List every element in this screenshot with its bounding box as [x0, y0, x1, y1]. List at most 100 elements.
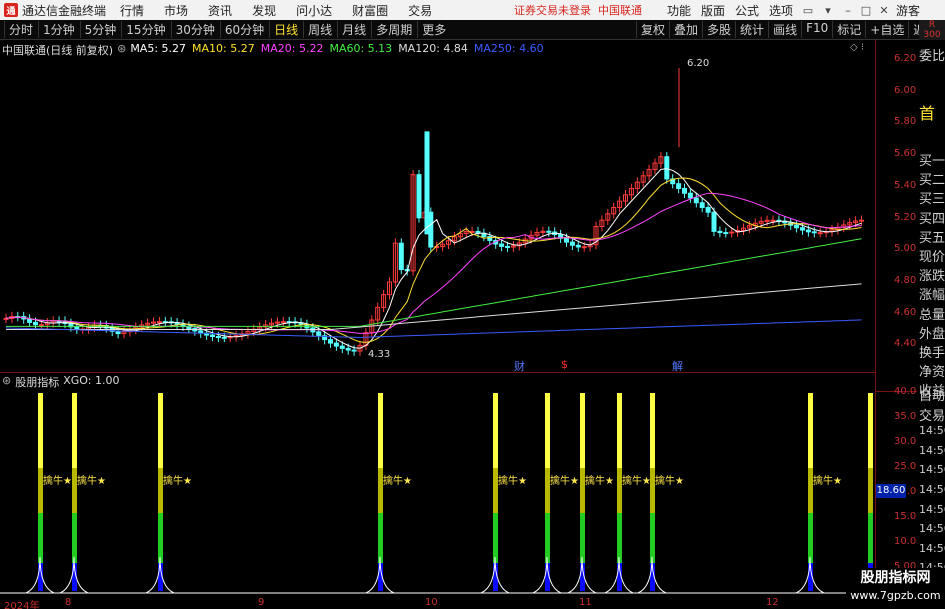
signal-bar	[808, 513, 813, 563]
tool-add-watchlist-button[interactable]: +自选	[865, 21, 908, 38]
tab-monthly[interactable]: 月线	[337, 21, 371, 38]
candle-body	[717, 230, 723, 234]
side-panel-item: 14:56	[919, 522, 945, 536]
side-panel-item: 外盘	[919, 326, 945, 342]
menu-layout[interactable]: 版面	[701, 2, 725, 19]
signal-bar	[158, 393, 163, 468]
price-tick: 4.80	[894, 274, 917, 286]
tab-5min[interactable]: 5分钟	[79, 21, 122, 38]
candle-body	[33, 321, 38, 326]
menu-wealth[interactable]: 财富圈	[352, 2, 388, 19]
main-menu: 行情 市场 资讯 发现 问小达 财富圈 交易	[120, 2, 432, 19]
guest-label[interactable]: 游客	[896, 2, 920, 19]
login-notice-text: 证券交易未登录	[514, 4, 591, 17]
tab-30min[interactable]: 30分钟	[170, 21, 220, 38]
maximize-icon[interactable]: □	[858, 2, 874, 18]
candle-body	[328, 339, 333, 344]
signal-bar	[580, 393, 585, 468]
pane-divider[interactable]	[0, 372, 875, 373]
chevron-down-icon[interactable]: ▾	[820, 2, 836, 18]
buy-signal-label: 擒牛★	[77, 476, 106, 487]
tool-multi-stock-button[interactable]: 多股	[702, 21, 735, 38]
app-title: 通达信金融终端	[22, 3, 107, 18]
event-mark-dividend[interactable]: $	[561, 358, 568, 371]
signal-bar	[617, 393, 622, 468]
tool-adjust-button[interactable]: 复权	[636, 21, 669, 38]
candle-body	[398, 242, 404, 270]
price-tick: 6.20	[894, 53, 917, 64]
price-tick: 5.20	[894, 211, 917, 223]
candle-body	[705, 206, 711, 213]
buy-signal-label: 擒牛★	[43, 476, 72, 487]
menu-trade[interactable]: 交易	[408, 2, 432, 19]
menu-formula[interactable]: 公式	[735, 2, 759, 19]
date-label: 2024年	[4, 601, 40, 609]
signal-bar	[38, 513, 43, 563]
tab-60min[interactable]: 60分钟	[219, 21, 269, 38]
kline-chart[interactable]	[0, 50, 875, 385]
chart-area[interactable]: 中国联通(日线 前复权) ⊛ MA5: 5.27 MA10: 5.27 MA20: …	[0, 40, 875, 609]
menu-market[interactable]: 市场	[164, 2, 188, 19]
candle-body	[505, 245, 510, 248]
tab-weekly[interactable]: 周线	[303, 21, 337, 38]
indicator-current-value: 18.60	[876, 484, 906, 498]
candle-body	[682, 187, 687, 194]
menu-quotes[interactable]: 行情	[120, 2, 144, 19]
menu-ask[interactable]: 问小达	[296, 2, 332, 19]
menu-news[interactable]: 资讯	[208, 2, 232, 19]
signal-bar	[378, 513, 383, 563]
buy-signal-label: 擒牛★	[622, 476, 651, 487]
buy-signal-label: 擒牛★	[813, 476, 842, 487]
signal-bar	[72, 393, 77, 468]
side-panel-item: 14:56	[919, 541, 945, 555]
tool-mark-button[interactable]: 标记	[832, 21, 865, 38]
candle-body	[38, 324, 44, 327]
menu-discover[interactable]: 发现	[252, 2, 276, 19]
signal-bar	[545, 393, 550, 468]
side-panel-item: 涨幅	[919, 288, 945, 304]
tab-daily[interactable]: 日线	[269, 21, 303, 38]
tool-f10-button[interactable]: F10	[801, 21, 832, 38]
indicator-chart[interactable]	[0, 387, 875, 597]
price-tick: 4.60	[894, 306, 917, 318]
close-icon[interactable]: ✕	[876, 2, 892, 18]
candle-body	[115, 330, 121, 335]
candle-body	[729, 231, 735, 234]
candle-body	[723, 232, 729, 235]
minimize-icon[interactable]: –	[840, 2, 856, 18]
candle-body	[817, 232, 823, 235]
candle-body	[693, 197, 699, 204]
r-badge: R 300	[919, 20, 945, 40]
buy-signal-label: 擒牛★	[655, 476, 684, 487]
tool-draw-button[interactable]: 画线	[768, 21, 801, 38]
side-panel-item: 买四	[919, 211, 945, 227]
tab-more[interactable]: 更多	[417, 21, 451, 38]
side-panel-item: 自动	[919, 389, 945, 404]
candle-body	[811, 231, 817, 234]
tab-multi-period[interactable]: 多周期	[371, 21, 417, 38]
watermark: 股朋指标网 www.7gpzb.com	[846, 568, 945, 609]
tab-intraday[interactable]: 分时	[4, 21, 38, 38]
side-panel-item: 买五	[919, 230, 945, 246]
signal-bar	[72, 513, 77, 563]
price-axis: 6.20 6.00 5.80 5.60 5.40 5.20 5.00 4.80 4.60 4.40…	[875, 40, 923, 609]
minimize-icon[interactable]: ▭	[800, 2, 816, 18]
signal-bar	[868, 393, 873, 468]
candle-body	[575, 244, 581, 248]
candle-body	[74, 326, 80, 330]
broker-name: 中国联通	[598, 4, 642, 17]
side-panel-item: 涨跌	[919, 269, 945, 285]
tool-stats-button[interactable]: 统计	[735, 21, 768, 38]
tab-15min[interactable]: 15分钟	[121, 21, 170, 38]
signal-bar	[650, 393, 655, 468]
candle-body	[351, 349, 357, 352]
tool-overlay-button[interactable]: 叠加	[669, 21, 702, 38]
menu-options[interactable]: 选项	[769, 2, 793, 19]
menu-function[interactable]: 功能	[667, 2, 691, 19]
side-panel-item: 首	[919, 104, 936, 123]
candle-body	[546, 230, 552, 233]
tab-1min[interactable]: 1分钟	[38, 21, 80, 38]
login-notice[interactable]: 证券交易未登录 中国联通	[514, 2, 642, 18]
candle-body	[339, 345, 345, 349]
side-panel-item: 交易	[919, 408, 945, 424]
